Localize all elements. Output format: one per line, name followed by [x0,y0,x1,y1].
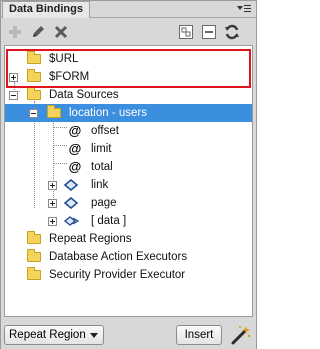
expand-all-icon[interactable] [178,24,194,40]
collapse-icon[interactable] [29,109,38,118]
folder-icon [27,231,41,244]
object-icon [63,197,79,209]
bindings-tree: $URL $FORM Data Sources location - users… [4,45,253,317]
tree-item-label: Security Provider Executor [49,269,186,281]
object-array-icon [63,216,79,226]
toolbar [1,19,256,45]
magic-wand-icon[interactable] [230,324,252,346]
at-icon: @ [68,123,82,138]
panel-tab[interactable]: Data Bindings [2,1,90,18]
tree-item-label: Database Action Executors [49,251,188,263]
tree-item-url[interactable]: $URL [5,50,252,68]
folder-icon [27,87,41,100]
insert-type-select[interactable]: Repeat Region [4,325,104,345]
tree-item-label: [ data ] [91,215,127,227]
tree-item-form[interactable]: $FORM [5,68,252,86]
tree-item-label: $FORM [49,71,90,83]
tree-item-database-action-executors[interactable]: Database Action Executors [5,248,252,266]
collapse-icon[interactable] [9,91,18,100]
expand-icon[interactable] [9,73,18,82]
tree-item-data[interactable]: [ data ] [5,212,252,230]
tree-item-label: page [91,197,117,209]
expand-icon[interactable] [48,181,57,190]
tree-item-label: Data Sources [49,89,119,101]
tree-item-label: $URL [49,53,79,65]
refresh-icon[interactable] [224,24,240,40]
tree-item-label: offset [91,125,119,137]
insert-button[interactable]: Insert [176,325,222,345]
plus-icon[interactable] [7,24,23,40]
tree-item-label: Repeat Regions [49,233,132,245]
select-value: Repeat Region [9,329,86,341]
folder-icon [27,249,41,262]
at-icon: @ [68,141,82,156]
tree-item-link[interactable]: link [5,176,252,194]
panel-tab-bar: Data Bindings [1,1,256,18]
at-icon: @ [68,159,82,174]
tree-item-limit[interactable]: @ limit [5,140,252,158]
object-icon [63,179,79,191]
tree-item-repeat-regions[interactable]: Repeat Regions [5,230,252,248]
bottom-bar: Repeat Region Insert [1,319,256,349]
collapse-all-icon[interactable] [201,24,217,40]
folder-icon [27,69,41,82]
folder-icon [27,51,41,64]
tree-item-data-sources[interactable]: Data Sources [5,86,252,104]
data-bindings-panel: Data Bindings $URL $FORM Data Sources lo… [0,0,257,349]
tree-item-offset[interactable]: @ offset [5,122,252,140]
tree-item-label: link [91,179,109,191]
folder-icon [47,105,61,118]
tree-item-security-provider-executor[interactable]: Security Provider Executor [5,266,252,284]
expand-icon[interactable] [48,217,57,226]
tree-item-label: limit [91,143,112,155]
expand-icon[interactable] [48,199,57,208]
chevron-down-icon [90,333,98,338]
folder-icon [27,267,41,280]
tree-item-page[interactable]: page [5,194,252,212]
tree-item-label: location - users [69,107,147,119]
tree-item-location-users[interactable]: location - users [5,104,252,122]
tree-item-label: total [91,161,113,173]
tree-item-total[interactable]: @ total [5,158,252,176]
pencil-icon[interactable] [30,24,46,40]
delete-icon[interactable] [53,24,69,40]
panel-menu-icon[interactable] [237,3,251,15]
